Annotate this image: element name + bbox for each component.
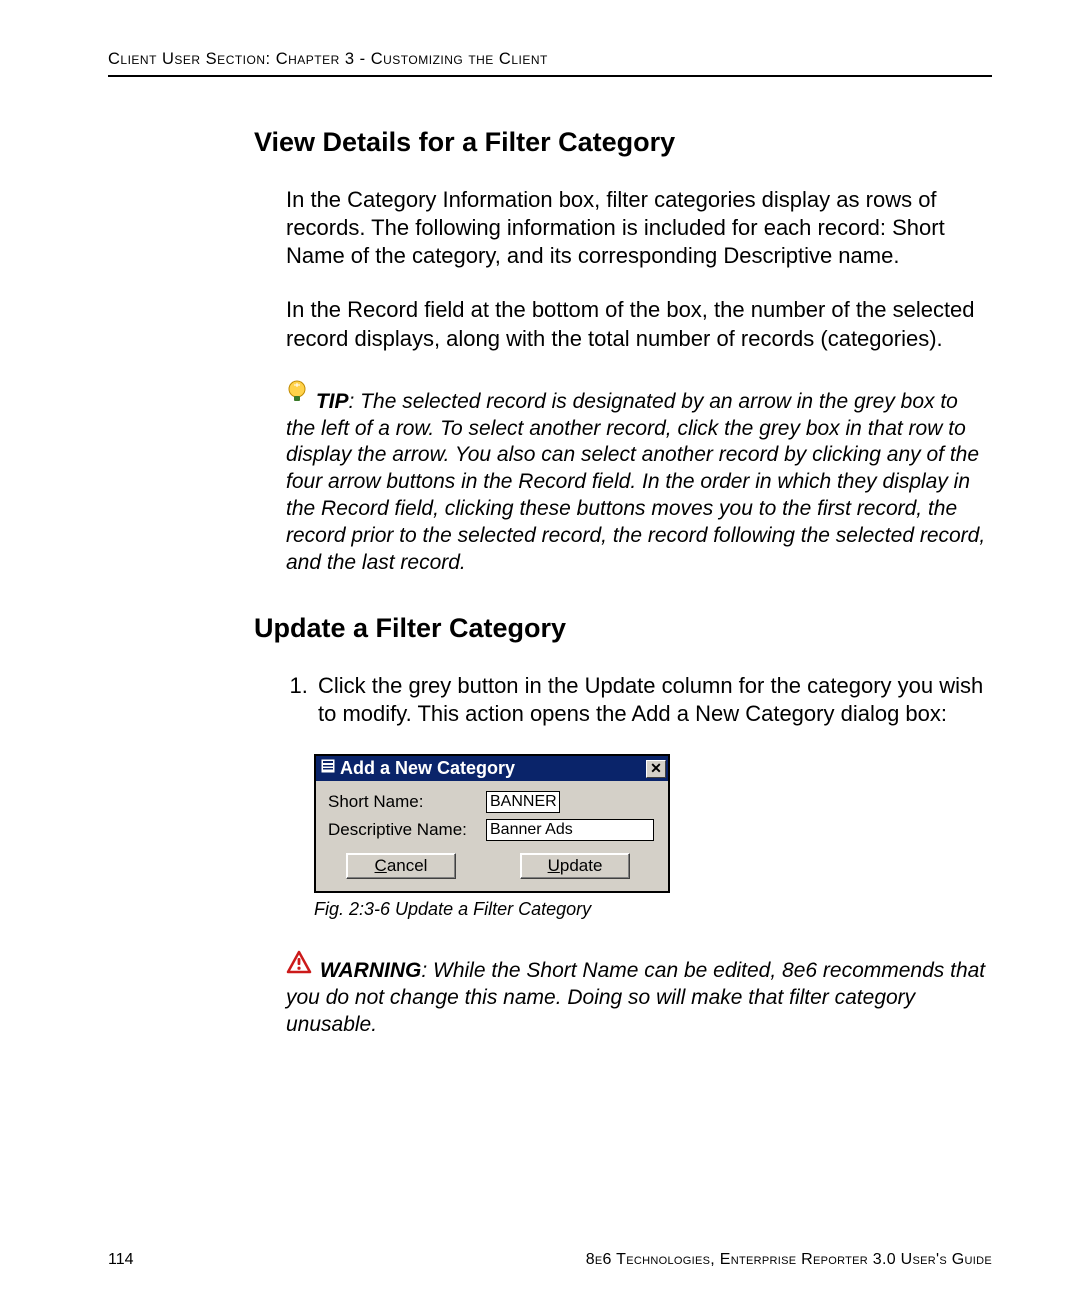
dialog-title: Add a New Category [340, 758, 515, 779]
label-descriptive-name: Descriptive Name: [328, 820, 486, 840]
content-area: View Details for a Filter Category In th… [254, 127, 992, 1039]
update-button[interactable]: Update [520, 853, 630, 879]
warning-icon [286, 950, 312, 982]
paragraph: In the Category Information box, filter … [286, 186, 992, 270]
running-header: Client User Section: Chapter 3 - Customi… [108, 50, 992, 77]
form-icon [320, 758, 336, 779]
warning-label: WARNING [320, 959, 422, 982]
ordered-steps: Click the grey button in the Update colu… [286, 672, 992, 728]
input-descriptive-name[interactable] [486, 819, 654, 841]
section-heading-update: Update a Filter Category [254, 613, 992, 644]
page-footer: 114 8e6 Technologies, Enterprise Reporte… [108, 1251, 992, 1269]
figure-caption: Fig. 2:3-6 Update a Filter Category [314, 899, 992, 920]
tip-label: TIP [316, 390, 349, 413]
warning-callout: WARNING: While the Short Name can be edi… [286, 950, 992, 1039]
document-page: Client User Section: Chapter 3 - Customi… [0, 0, 1080, 1311]
figure-dialog: Add a New Category ✕ Short Name: Descrip… [314, 754, 992, 893]
lightbulb-icon [286, 379, 308, 413]
tip-text: : The selected record is designated by a… [286, 390, 985, 574]
dialog-add-new-category: Add a New Category ✕ Short Name: Descrip… [314, 754, 670, 893]
close-button[interactable]: ✕ [646, 760, 666, 778]
step-item: Click the grey button in the Update colu… [314, 672, 992, 728]
section-heading-view-details: View Details for a Filter Category [254, 127, 992, 158]
dialog-body: Short Name: Descriptive Name: Cancel Upd… [316, 781, 668, 891]
input-short-name[interactable] [486, 791, 560, 813]
footer-product: 8e6 Technologies, Enterprise Reporter 3.… [586, 1251, 992, 1269]
cancel-button[interactable]: Cancel [346, 853, 456, 879]
paragraph: In the Record field at the bottom of the… [286, 296, 992, 352]
dialog-titlebar: Add a New Category ✕ [316, 756, 668, 781]
label-short-name: Short Name: [328, 792, 486, 812]
tip-callout: TIP: The selected record is designated b… [286, 379, 992, 577]
page-number: 114 [108, 1251, 134, 1269]
